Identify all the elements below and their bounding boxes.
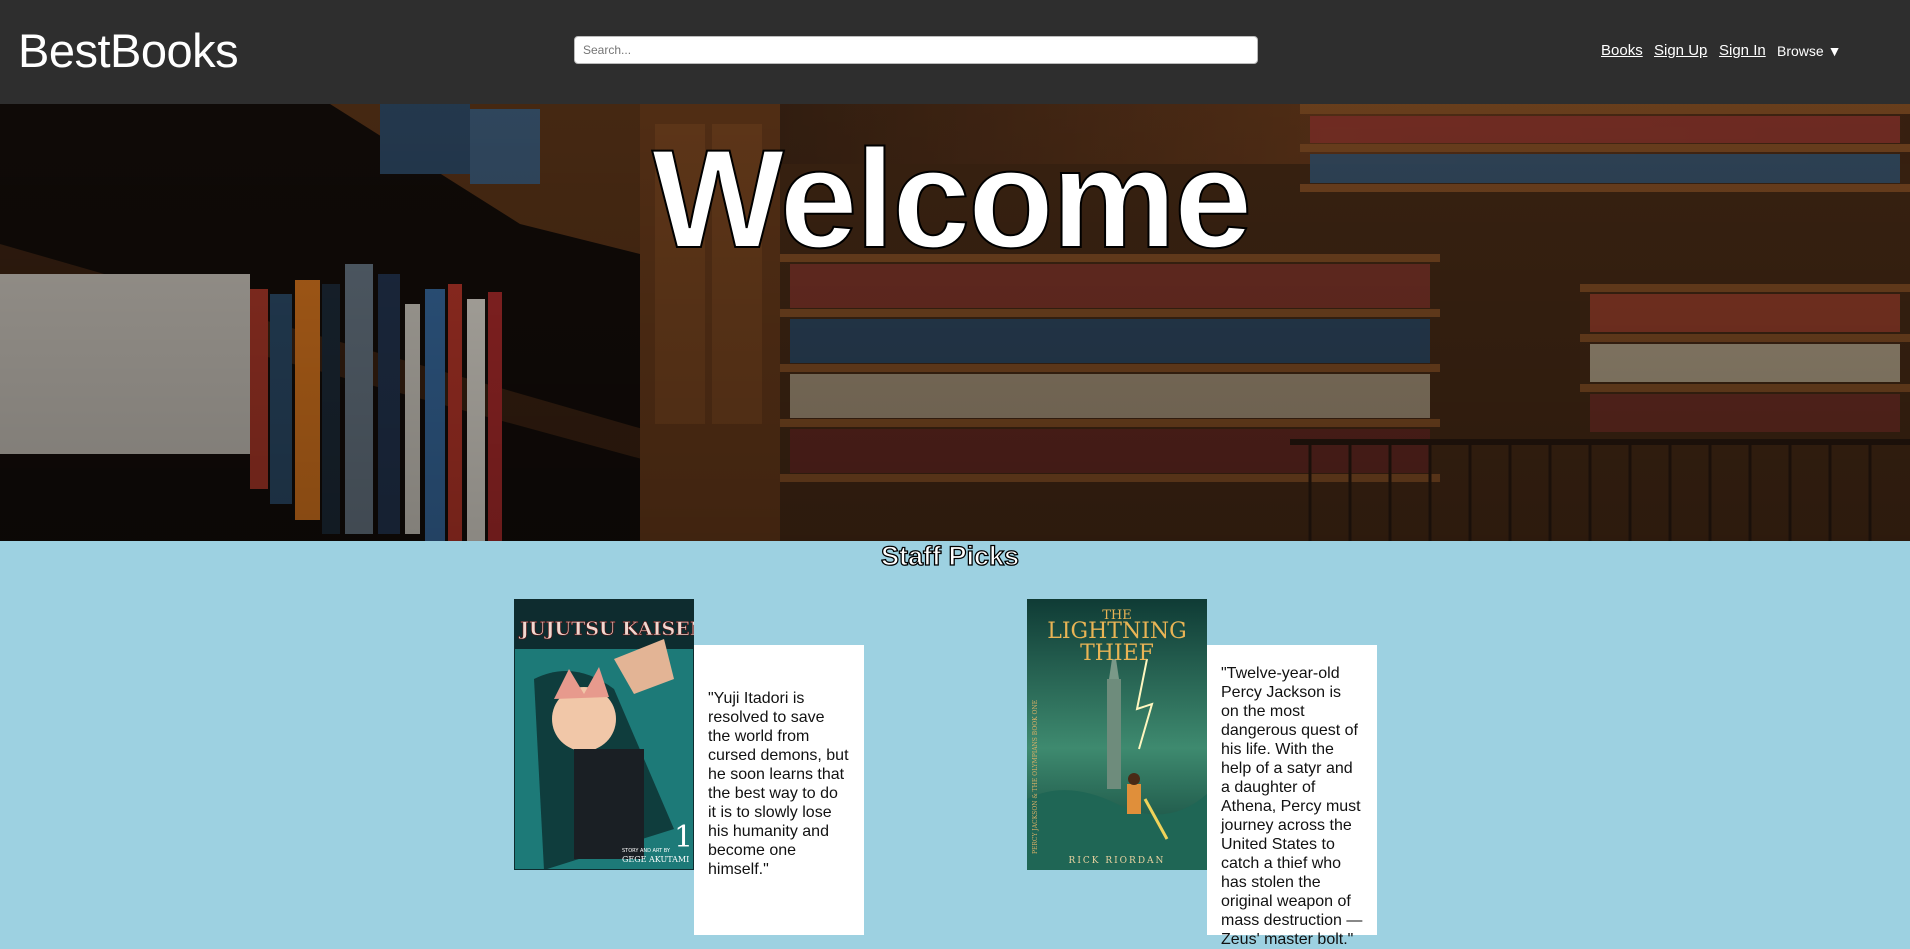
book-cover-image: THE LIGHTNING THIEF PERCY JACKSON & THE … (1027, 599, 1207, 870)
book-blurb-text: "Yuji Itadori is resolved to save the wo… (708, 690, 849, 878)
book-blurb-jujutsu-kaisen: "Yuji Itadori is resolved to save the wo… (694, 645, 864, 935)
cover-volume-text: 1 (674, 820, 693, 855)
book-cover-lightning-thief[interactable]: THE LIGHTNING THIEF PERCY JACKSON & THE … (1027, 599, 1207, 870)
cover-spine-text: PERCY JACKSON & THE OLYMPIANS BOOK ONE (1032, 700, 1039, 854)
nav-link-sign-up[interactable]: Sign Up (1654, 42, 1707, 60)
hero-title-wrap: Welcome (0, 104, 1910, 275)
book-blurb-lightning-thief: "Twelve-year-old Percy Jackson is on the… (1207, 645, 1377, 948)
book-blurb-text: "Twelve-year-old Percy Jackson is on the… (1221, 665, 1363, 948)
book-cover-image: JUJUTSU KAISEN 1 STORY AND ART BY GEGE A… (514, 599, 694, 870)
cover-author-text: GEGE AKUTAMI (622, 855, 689, 864)
cover-title-text: JUJUTSU KAISEN (518, 618, 694, 640)
cover-author-prefix-text: STORY AND ART BY (622, 848, 671, 854)
nav-link-sign-in[interactable]: Sign In (1719, 42, 1766, 60)
nav-link-books[interactable]: Books (1601, 42, 1643, 60)
cover-author-text: RICK RIORDAN (1069, 856, 1166, 866)
site-header: BestBooks Books Sign Up Sign In Browse ▼ (0, 0, 1910, 104)
search-input[interactable] (574, 36, 1258, 64)
hero-title: Welcome (651, 120, 1253, 277)
site-logo[interactable]: BestBooks (18, 24, 239, 78)
staff-picks-heading: Staff Picks (880, 540, 1020, 571)
cover-title-line3: THIEF (1080, 641, 1154, 666)
book-cover-jujutsu-kaisen[interactable]: JUJUTSU KAISEN 1 STORY AND ART BY GEGE A… (514, 599, 694, 870)
browse-dropdown[interactable]: Browse ▼ (1777, 42, 1841, 60)
